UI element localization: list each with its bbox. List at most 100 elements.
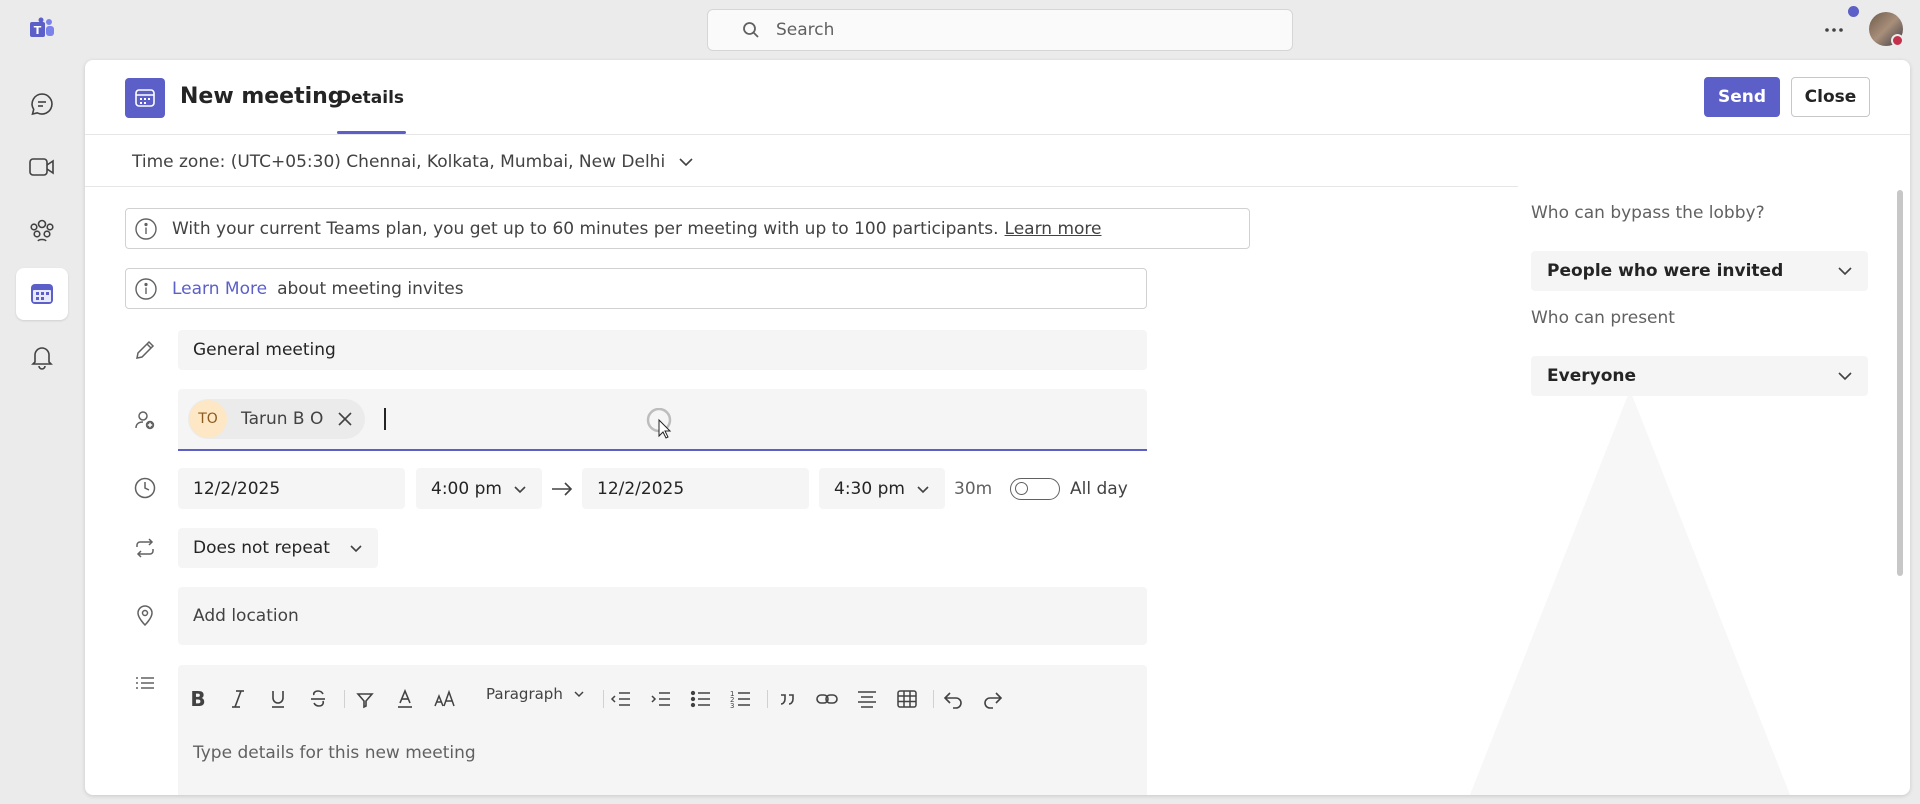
repeat-value: Does not repeat xyxy=(193,538,330,558)
svg-text:T: T xyxy=(34,24,42,37)
arrow-right-icon xyxy=(550,478,574,500)
pencil-icon xyxy=(133,338,157,362)
close-button[interactable]: Close xyxy=(1791,77,1870,117)
chevron-down-icon xyxy=(572,687,586,701)
end-date-input[interactable]: 12/2/2025 xyxy=(582,468,809,509)
toolbar-separator xyxy=(767,690,768,708)
rail-activity-icon[interactable] xyxy=(16,331,68,383)
who-can-present-value: Everyone xyxy=(1547,366,1637,386)
chevron-down-icon xyxy=(512,481,528,497)
toolbar-separator xyxy=(344,690,345,708)
bypass-lobby-dropdown[interactable]: People who were invited xyxy=(1531,251,1868,291)
info-icon xyxy=(134,277,158,301)
link-icon[interactable] xyxy=(815,687,839,711)
timezone-label: Time zone: (UTC+05:30) Chennai, Kolkata,… xyxy=(132,152,666,172)
duration-label: 30m xyxy=(954,479,993,499)
location-input[interactable]: Add location xyxy=(178,587,1147,645)
increase-indent-icon[interactable] xyxy=(649,687,673,711)
text-cursor xyxy=(384,408,386,430)
search-bar[interactable]: Search xyxy=(707,9,1293,51)
end-date-value: 12/2/2025 xyxy=(597,478,685,499)
font-color-icon[interactable] xyxy=(393,687,417,711)
rail-meet-icon[interactable] xyxy=(16,141,68,193)
quote-icon[interactable] xyxy=(775,687,799,711)
svg-text:3: 3 xyxy=(730,702,734,709)
rail-communities-icon[interactable] xyxy=(16,204,68,256)
presence-status-icon xyxy=(1891,34,1904,47)
more-options-icon[interactable] xyxy=(1822,20,1846,40)
numbered-list-icon[interactable]: 123 xyxy=(729,687,753,711)
attendee-chip[interactable]: TO Tarun B O xyxy=(188,399,366,439)
italic-icon[interactable] xyxy=(226,687,250,711)
who-can-present-dropdown[interactable]: Everyone xyxy=(1531,356,1868,396)
start-date-input[interactable]: 12/2/2025 xyxy=(178,468,405,509)
repeat-dropdown[interactable]: Does not repeat xyxy=(178,528,378,568)
details-editor[interactable]: B Paragraph 123 Type details for this ne… xyxy=(178,665,1147,795)
end-time-dropdown[interactable]: 4:30 pm xyxy=(819,468,945,509)
location-pin-icon xyxy=(133,603,157,627)
paragraph-dropdown[interactable]: Paragraph xyxy=(486,685,586,703)
plan-info-text: With your current Teams plan, you get up… xyxy=(172,218,999,239)
highlight-icon[interactable] xyxy=(353,687,377,711)
scrollbar-thumb[interactable] xyxy=(1897,190,1903,576)
rail-chat-icon[interactable] xyxy=(16,78,68,130)
chevron-down-icon xyxy=(677,153,695,171)
page-title: New meeting xyxy=(180,84,344,109)
undo-icon[interactable] xyxy=(941,687,965,711)
rail-calendar-icon[interactable] xyxy=(16,268,68,320)
start-time-value: 4:00 pm xyxy=(431,478,502,499)
formatting-toolbar: B Paragraph 123 xyxy=(178,665,1147,727)
invite-learn-more-link[interactable]: Learn More xyxy=(172,279,267,299)
table-icon[interactable] xyxy=(895,687,919,711)
details-placeholder: Type details for this new meeting xyxy=(193,743,476,763)
bulleted-list-icon[interactable] xyxy=(689,687,713,711)
title-input[interactable]: General meeting xyxy=(178,330,1147,370)
send-button[interactable]: Send xyxy=(1704,77,1780,117)
invite-info-text: about meeting invites xyxy=(277,278,464,299)
teams-logo-icon[interactable]: T xyxy=(28,17,56,43)
plan-learn-more-link[interactable]: Learn more xyxy=(1005,219,1102,239)
meeting-form-card: New meeting Details Send Close Time zone… xyxy=(85,60,1910,795)
repeat-icon xyxy=(133,536,157,560)
search-icon xyxy=(742,21,760,39)
toolbar-separator xyxy=(933,690,934,708)
start-date-value: 12/2/2025 xyxy=(193,478,281,499)
redo-icon[interactable] xyxy=(981,687,1005,711)
header-divider xyxy=(85,134,1910,135)
details-list-icon xyxy=(133,672,157,696)
start-time-dropdown[interactable]: 4:00 pm xyxy=(416,468,542,509)
bold-icon[interactable]: B xyxy=(186,687,210,711)
end-time-value: 4:30 pm xyxy=(834,478,905,499)
attendee-name: Tarun B O xyxy=(241,409,324,429)
clock-icon xyxy=(133,476,157,500)
strikethrough-icon[interactable] xyxy=(306,687,330,711)
tab-details[interactable]: Details xyxy=(337,88,407,134)
timezone-divider xyxy=(85,186,1518,187)
who-can-present-label: Who can present xyxy=(1531,308,1675,328)
location-placeholder: Add location xyxy=(193,606,299,626)
bypass-lobby-label: Who can bypass the lobby? xyxy=(1531,203,1765,223)
underline-icon[interactable] xyxy=(266,687,290,711)
timezone-dropdown[interactable]: Time zone: (UTC+05:30) Chennai, Kolkata,… xyxy=(132,152,695,172)
mouse-pointer xyxy=(645,408,675,442)
remove-attendee-icon[interactable] xyxy=(337,411,353,427)
tab-details-label: Details xyxy=(337,88,405,108)
title-value: General meeting xyxy=(193,340,336,360)
options-decoration xyxy=(1460,390,1800,795)
all-day-label: All day xyxy=(1070,479,1128,499)
align-center-icon[interactable] xyxy=(855,687,879,711)
plan-info-banner: With your current Teams plan, you get up… xyxy=(125,208,1250,249)
chevron-down-icon xyxy=(1836,262,1854,280)
all-day-toggle[interactable] xyxy=(1010,478,1060,500)
toggle-knob xyxy=(1015,482,1028,495)
calendar-app-icon xyxy=(125,78,165,118)
decrease-indent-icon[interactable] xyxy=(609,687,633,711)
invite-info-banner: Learn More about meeting invites xyxy=(125,268,1147,309)
toolbar-separator xyxy=(603,690,604,708)
attendee-avatar: TO xyxy=(189,400,227,438)
font-size-icon[interactable] xyxy=(433,687,457,711)
chevron-down-icon xyxy=(915,481,931,497)
search-placeholder: Search xyxy=(776,20,835,40)
chevron-down-icon xyxy=(1836,367,1854,385)
add-people-icon xyxy=(133,408,157,432)
